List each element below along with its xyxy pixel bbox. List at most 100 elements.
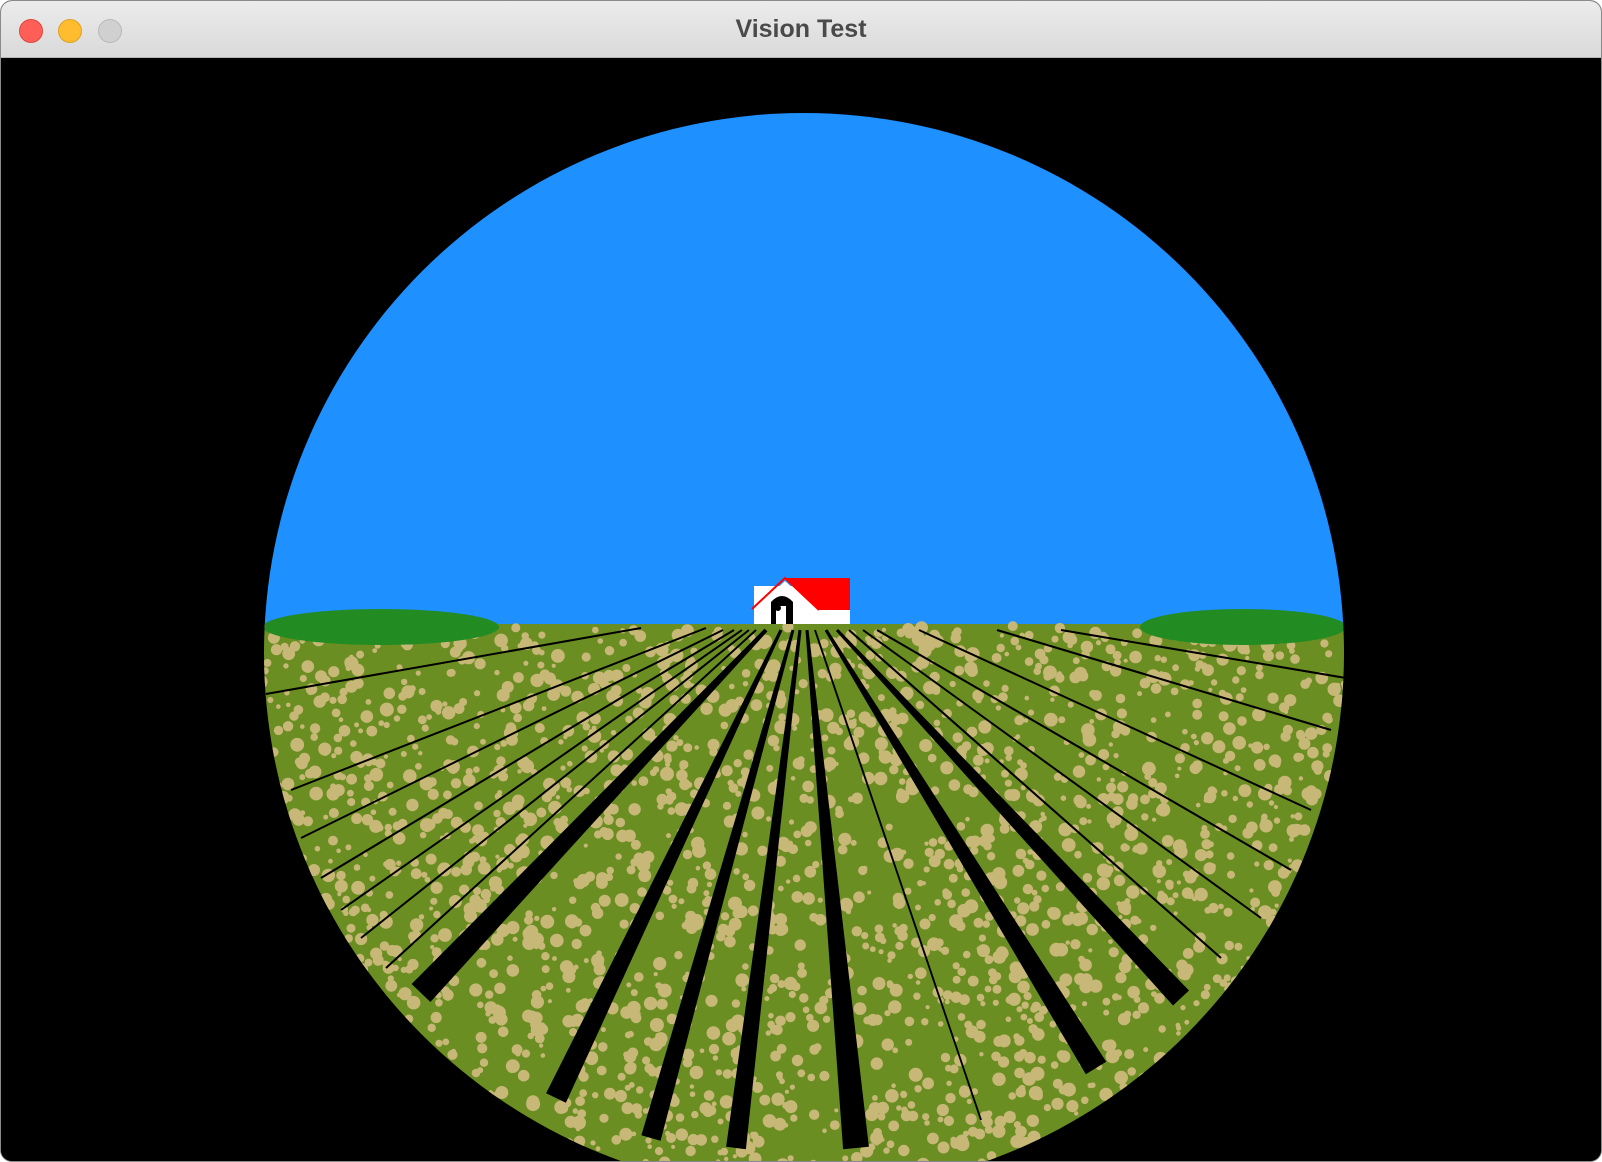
speckle [992, 999, 999, 1006]
speckle [665, 1130, 671, 1137]
speckle [692, 844, 706, 858]
speckle [1200, 662, 1208, 670]
speckle [1004, 779, 1013, 787]
speckle [507, 862, 514, 869]
speckle [1157, 890, 1165, 898]
speckle [793, 830, 802, 839]
speckle [943, 858, 955, 870]
speckle [731, 999, 741, 1008]
speckle [494, 669, 500, 676]
speckle [573, 877, 586, 890]
speckle [1052, 1078, 1063, 1089]
speckle [443, 790, 452, 800]
speckle [620, 1006, 633, 1019]
speckle [559, 815, 569, 824]
speckle [1268, 880, 1282, 894]
speckle [762, 672, 771, 681]
speckle [821, 734, 829, 742]
speckle [1010, 1135, 1024, 1148]
speckle [1152, 817, 1157, 822]
speckle [1074, 850, 1082, 859]
speckle [806, 1013, 814, 1022]
speckle [572, 1108, 578, 1114]
speckle [385, 891, 394, 899]
speckle [1184, 1019, 1190, 1025]
speckle [950, 632, 962, 644]
speckle [1086, 923, 1098, 936]
speckle [540, 1053, 546, 1058]
speckle [412, 743, 419, 750]
speckle [1015, 1086, 1027, 1098]
speckle [817, 897, 823, 903]
speckle [421, 871, 428, 878]
speckle [708, 1043, 720, 1055]
speckle [407, 958, 419, 971]
speckle [538, 631, 546, 639]
speckle [952, 962, 960, 970]
speckle [1038, 818, 1044, 823]
speckle [1050, 1061, 1059, 1069]
speckle [1072, 765, 1086, 778]
speckle [430, 945, 435, 950]
speckle [1132, 1010, 1141, 1019]
speckle [733, 759, 742, 768]
speckle [921, 881, 927, 886]
speckle [1251, 741, 1264, 754]
speckle [954, 665, 965, 676]
speckle [528, 700, 534, 706]
speckle [766, 764, 774, 772]
speckle [1014, 897, 1021, 904]
speckle [425, 853, 437, 865]
scene-svg [1, 58, 1601, 1161]
speckle [1108, 947, 1119, 958]
speckle [800, 825, 813, 838]
speckle [853, 891, 865, 903]
speckle [630, 839, 641, 850]
speckle [1031, 1001, 1041, 1012]
speckle [634, 630, 647, 642]
speckle [915, 700, 925, 710]
speckle [888, 1120, 900, 1132]
speckle [345, 680, 358, 693]
speckle [627, 1030, 634, 1038]
speckle [898, 1144, 910, 1157]
speckle [633, 852, 645, 864]
speckle [896, 712, 909, 725]
speckle [1280, 731, 1291, 742]
speckle [361, 814, 374, 826]
speckle [337, 694, 348, 705]
speckle [329, 696, 337, 704]
speckle [1253, 759, 1266, 771]
speckle [1127, 985, 1140, 999]
speckle [346, 923, 356, 933]
speckle [706, 1026, 721, 1040]
speckle [1194, 666, 1201, 672]
speckle [1028, 1086, 1043, 1100]
speckle [1123, 658, 1128, 663]
speckle [699, 1102, 712, 1115]
speckle [857, 985, 867, 996]
speckle [1117, 781, 1129, 793]
speckle [379, 702, 394, 717]
speckle [686, 781, 693, 788]
speckle [924, 841, 929, 846]
speckle [706, 881, 713, 888]
speckle [597, 638, 604, 644]
speckle [1172, 892, 1179, 899]
speckle [1030, 1066, 1045, 1081]
speckle [442, 706, 456, 720]
speckle [935, 938, 944, 947]
speckle [583, 843, 588, 848]
speckle [410, 868, 422, 880]
speckle [496, 867, 502, 873]
speckle [992, 1072, 1006, 1086]
speckle [1088, 948, 1093, 953]
speckle [682, 1057, 693, 1068]
speckle [802, 780, 814, 793]
speckle [850, 839, 857, 846]
speckle [372, 648, 378, 653]
speckle [804, 839, 812, 847]
title-bar[interactable]: Vision Test [1, 1, 1601, 58]
speckle [493, 809, 501, 818]
speckle [1085, 732, 1093, 739]
